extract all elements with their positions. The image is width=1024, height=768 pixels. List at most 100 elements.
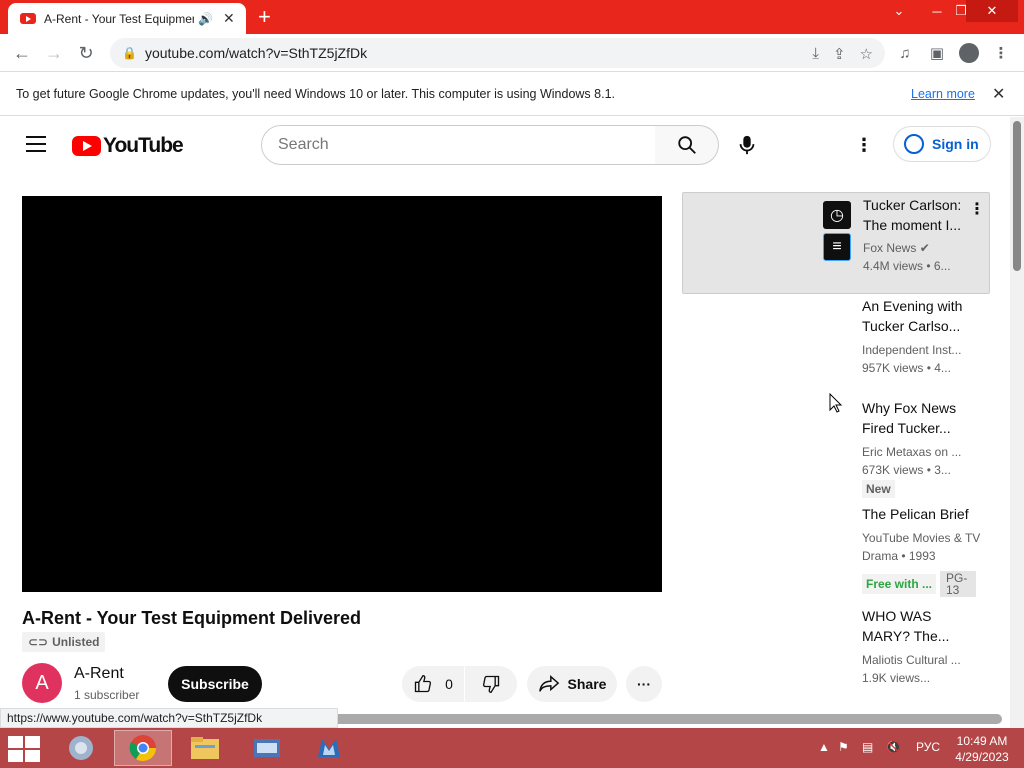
channel-name[interactable]: A-Rent: [74, 665, 124, 683]
recommendation-meta: 957K views • 4...: [862, 361, 951, 375]
mouse-cursor-icon: [829, 393, 843, 413]
free-with-ads-badge: Free with ...: [862, 574, 937, 594]
reload-icon[interactable]: ↻: [74, 41, 98, 65]
settings-more-icon[interactable]: ⋮: [852, 133, 876, 157]
scrollbar-thumb[interactable]: [1013, 121, 1021, 271]
share-arrow-icon: [538, 675, 559, 692]
clock-date: 4/29/2023: [955, 750, 1009, 764]
volume-muted-icon[interactable]: 🔇: [886, 740, 901, 754]
recommendation-item[interactable]: ◷ ≡ Tucker Carlson: The moment I... Fox …: [682, 192, 990, 294]
channel-avatar[interactable]: A: [22, 663, 62, 703]
browser-tab[interactable]: A-Rent - Your Test Equipmen 🔊 ✕: [8, 3, 246, 34]
tab-close-icon[interactable]: ✕: [223, 10, 235, 27]
tab-title: A-Rent - Your Test Equipmen: [44, 11, 194, 26]
vertical-scrollbar[interactable]: [1010, 117, 1024, 728]
forward-arrow-icon[interactable]: →: [42, 41, 66, 65]
watch-later-clock-icon[interactable]: ◷: [823, 201, 851, 229]
share-page-icon[interactable]: ⇪: [833, 45, 846, 63]
network-icon[interactable]: ▤: [862, 740, 873, 754]
add-to-queue-icon[interactable]: ≡: [823, 233, 851, 261]
subscribe-button[interactable]: Subscribe: [168, 666, 262, 702]
recommendation-title[interactable]: An Evening with Tucker Carlso...: [862, 296, 966, 336]
address-url[interactable]: youtube.com/watch?v=SthTZ5jZfDk: [145, 45, 367, 61]
thumbs-down-icon: [482, 675, 500, 694]
new-tab-button[interactable]: +: [258, 4, 271, 30]
infobar-close-icon[interactable]: ✕: [992, 84, 1005, 104]
chrome-menu-icon[interactable]: ⋮: [990, 42, 1012, 64]
search-input[interactable]: Search: [261, 125, 656, 165]
search-icon: [677, 136, 696, 154]
tab-search-chevron-down-icon[interactable]: ⌄: [886, 0, 912, 22]
recommendation-menu-icon[interactable]: ⋮: [969, 199, 985, 219]
system-clock[interactable]: 10:49 AM 4/29/2023: [952, 733, 1012, 765]
recommendation-channel: Fox News ✔: [863, 241, 930, 255]
bookmark-star-icon[interactable]: ☆: [860, 45, 873, 63]
sign-in-label: Sign in: [932, 136, 979, 152]
new-badge: New: [862, 480, 895, 498]
address-bar[interactable]: 🔒 youtube.com/watch?v=SthTZ5jZfDk ⤓ ⇪ ☆: [110, 38, 885, 68]
recommendation-title[interactable]: Tucker Carlson: The moment I...: [863, 195, 967, 235]
thumbs-up-icon: [414, 674, 432, 693]
verified-check-icon: ✔: [919, 241, 930, 255]
ie-browser-icon[interactable]: [52, 730, 110, 766]
browser-toolbar: ← → ↻ 🔒 youtube.com/watch?v=SthTZ5jZfDk …: [0, 34, 1024, 72]
status-bar-url: https://www.youtube.com/watch?v=SthTZ5jZ…: [0, 708, 338, 728]
channel-label: Fox News: [863, 241, 917, 255]
unlisted-badge: ⊂⊃ Unlisted: [22, 632, 106, 652]
browser-tab-strip: A-Rent - Your Test Equipmen 🔊 ✕ + ⌄ ─ ❐ …: [0, 0, 1024, 34]
recommendation-meta: 1.9K views...: [862, 671, 931, 685]
recommendation-channel: YouTube Movies & TV: [862, 531, 981, 545]
dislike-button[interactable]: [465, 666, 517, 702]
recommendation-item[interactable]: Why Fox News Fired Tucker... Eric Metaxa…: [682, 398, 990, 498]
start-windows-icon[interactable]: [8, 736, 40, 762]
microphone-icon: [739, 135, 755, 155]
install-app-icon[interactable]: ⤓: [812, 45, 819, 63]
file-explorer-icon[interactable]: [176, 730, 234, 766]
malwarebytes-icon[interactable]: [300, 730, 358, 766]
chrome-taskbar-icon[interactable]: [114, 730, 172, 766]
like-count: 0: [445, 676, 453, 692]
infobar-message: To get future Google Chrome updates, you…: [16, 86, 615, 101]
link-icon: ⊂⊃: [28, 635, 49, 649]
like-button[interactable]: 0: [402, 666, 464, 702]
audio-playing-icon[interactable]: 🔊: [198, 12, 213, 26]
side-panel-icon[interactable]: ▣: [926, 42, 948, 64]
window-close-button[interactable]: ✕: [966, 0, 1018, 22]
subscriber-count: 1 subscriber: [74, 688, 140, 702]
media-controls-icon[interactable]: ♫: [894, 42, 916, 64]
menu-hamburger-icon[interactable]: [26, 136, 46, 152]
action-center-flag-icon[interactable]: ⚑: [838, 740, 849, 754]
search-button[interactable]: [655, 125, 719, 165]
recommendation-channel: Maliotis Cultural ...: [862, 653, 961, 667]
recommendation-title[interactable]: Why Fox News Fired Tucker...: [862, 398, 966, 438]
youtube-wordmark: YouTube: [103, 134, 184, 157]
recommendation-meta: 4.4M views • 6...: [863, 259, 951, 273]
recommendation-title[interactable]: WHO WAS MARY? The...: [862, 606, 966, 646]
youtube-favicon-icon: [20, 13, 36, 24]
recommendation-item[interactable]: The Pelican Brief YouTube Movies & TV Dr…: [682, 504, 990, 604]
learn-more-link[interactable]: Learn more: [911, 87, 975, 101]
more-actions-icon[interactable]: ···: [626, 666, 662, 702]
show-hidden-icons-icon[interactable]: ▲: [818, 740, 830, 754]
update-infobar: To get future Google Chrome updates, you…: [0, 72, 1024, 116]
recommendation-item[interactable]: WHO WAS MARY? The... Maliotis Cultural .…: [682, 606, 990, 696]
recommendation-channel: Independent Inst...: [862, 343, 962, 357]
back-arrow-icon[interactable]: ←: [10, 41, 34, 65]
share-label: Share: [567, 676, 607, 692]
video-player[interactable]: [22, 196, 662, 592]
keyboard-app-icon[interactable]: [238, 730, 296, 766]
voice-search-button[interactable]: [733, 131, 761, 159]
lock-icon[interactable]: 🔒: [122, 46, 137, 60]
user-circle-icon: [904, 134, 924, 154]
share-button[interactable]: Share: [527, 666, 617, 702]
recommendation-title[interactable]: The Pelican Brief: [862, 504, 982, 524]
youtube-logo[interactable]: YouTube: [72, 134, 184, 158]
recommendation-meta: Drama • 1993: [862, 549, 936, 563]
recommendation-item[interactable]: An Evening with Tucker Carlso... Indepen…: [682, 296, 990, 386]
sign-in-button[interactable]: Sign in: [893, 126, 991, 162]
recommendation-meta: 673K views • 3...: [862, 463, 951, 477]
profile-avatar-icon[interactable]: [958, 42, 980, 64]
rating-badge: PG-13: [940, 571, 976, 597]
input-language-indicator[interactable]: РУС: [916, 740, 940, 754]
youtube-play-icon: [72, 136, 101, 156]
